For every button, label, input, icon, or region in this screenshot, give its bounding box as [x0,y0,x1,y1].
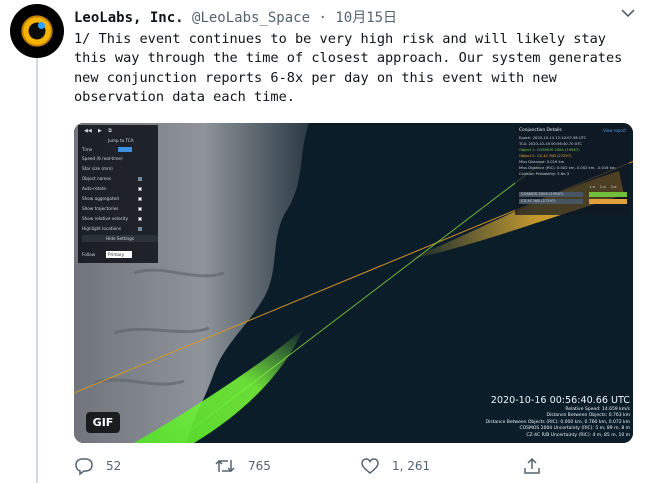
reply-icon [75,458,93,476]
like-count: 1, 261 [392,459,431,473]
telemetry-overlay: 2020-10-16 00:56:40.66 UTC Relative Spee… [454,395,630,439]
object2-sigma-cells [589,199,627,204]
show-aggregated-checkbox[interactable] [138,197,142,201]
tweet-text: 1/ This event continues to be very high … [74,31,631,106]
author-handle[interactable]: @LeoLabs_Space [192,10,310,26]
retweet-icon [215,459,235,473]
highlight-locations-label: Highlight locations [82,226,122,231]
share-icon [524,457,540,474]
conjunction-table-header: 1-σ 2-σ 3-σ [589,185,629,190]
time-toggle[interactable] [118,147,132,152]
time-label: Time [82,147,93,152]
star-size-label: Star size (mm) [82,166,113,171]
like-button[interactable]: 1, 261 [360,455,430,477]
show-relative-velocity-checkbox[interactable] [138,217,142,221]
conjunction-epoch: Epoch: 2020-10-14 12:10:07.98 UTC [519,136,587,140]
share-button[interactable] [522,455,542,477]
retweet-count: 765 [248,459,271,473]
thread-line [36,56,38,483]
table-row-object2[interactable]: CZ-4C R/B (27297) [519,199,583,204]
highlight-locations-checkbox[interactable] [138,227,142,231]
logo-dot [38,22,45,29]
conjunction-title: Conjunction Details [519,128,562,133]
conjunction-miss-distance-ric: Miss Distance (RIC): 0.002 km, 0.002 km,… [519,166,616,170]
show-relative-velocity-label: Show relative velocity [82,216,129,221]
speed-label: Speed (6 real-time) [82,156,123,161]
col-2sigma: 2-σ [599,185,606,189]
reply-count: 52 [106,459,122,473]
hide-settings-button[interactable]: Hide Settings [82,235,158,242]
overlay-object2-uncertainty: CZ-4C R/B Uncertainty (RIC): 4 m, 85 m, … [526,432,630,438]
playback-controls[interactable]: ◀◀ ▶ ⧉ [84,128,112,134]
separator: · [318,10,327,26]
object-names-checkbox[interactable] [138,177,142,181]
table-row-object1[interactable]: COSMOS 2004 (19567) [519,192,583,197]
conjunction-tca: TCA: 2020-10-16 00:56:40.70 UTC [519,142,582,146]
logo-ring [20,14,54,48]
conjunction-probability: Collision Probability: 5.6e-3 [519,172,570,176]
gif-badge: GIF [86,412,120,433]
jump-to-tca-button[interactable]: Jump to TCA [108,138,134,144]
object-names-label: Object names [82,176,112,181]
object1-sigma-cells [589,192,627,197]
follow-label: Follow [82,252,96,257]
overlay-timestamp: 2020-10-16 00:56:40.66 UTC [490,395,630,406]
avatar[interactable] [10,4,64,58]
conjunction-details-panel: Conjunction Details View report Epoch: 2… [515,125,629,215]
conjunction-miss-distance: Miss Distance: 0.016 km [519,160,565,164]
view-report-link[interactable]: View report [603,128,626,133]
tweet-header: LeoLabs, Inc. @LeoLabs_Space · 10月15日 [74,7,397,27]
heart-icon [361,458,379,474]
author-name[interactable]: LeoLabs, Inc. [74,10,184,26]
auto-rotate-checkbox[interactable] [138,187,142,191]
tweet-actions: 52 765 1, 261 [74,455,634,477]
show-aggregated-label: Show aggregated [82,196,119,201]
follow-select[interactable]: Primary [106,251,132,258]
conjunction-object1: Object 1: COSMOS 2004 (19567) [519,148,580,152]
reply-button[interactable]: 52 [74,455,121,477]
settings-panel: ◀◀ ▶ ⧉ Jump to TCA Time Speed (6 real-ti… [78,125,158,263]
auto-rotate-label: Auto-rotate [82,186,106,191]
tweet-media[interactable]: ◀◀ ▶ ⧉ Jump to TCA Time Speed (6 real-ti… [74,123,633,443]
conjunction-object2: Object 2: CZ-4C R/B (27297) [519,154,572,158]
col-3sigma: 3-σ [610,185,617,189]
retweet-button[interactable]: 765 [214,455,271,477]
show-trajectories-label: Show trajectories [82,206,119,211]
show-trajectories-checkbox[interactable] [138,207,142,211]
tweet-date[interactable]: 10月15日 [335,10,397,26]
col-1sigma: 1-σ [589,185,596,189]
more-options-icon[interactable] [620,6,636,20]
